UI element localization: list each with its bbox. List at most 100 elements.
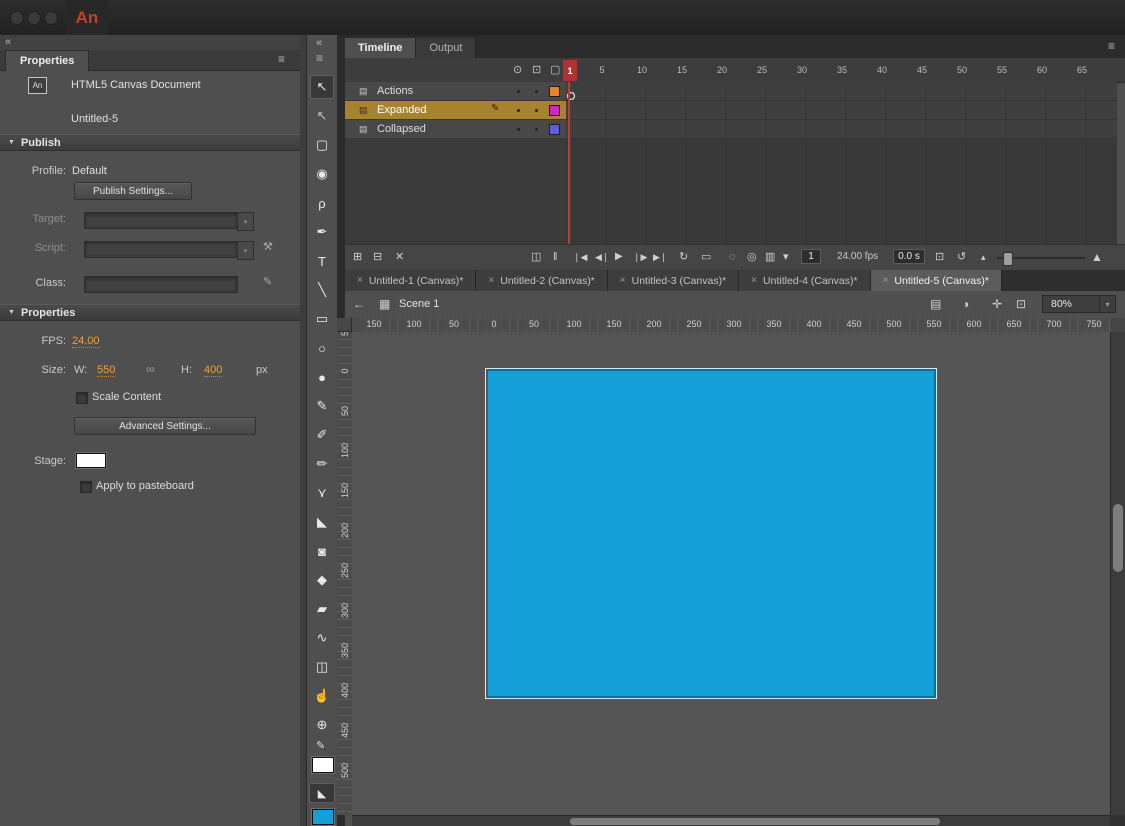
close-icon[interactable]: × bbox=[751, 275, 757, 286]
panel-menu-icon[interactable]: ≡ bbox=[278, 54, 285, 64]
scene-name-label[interactable]: Scene 1 bbox=[399, 298, 439, 310]
subselection-tool[interactable]: ↖ bbox=[310, 104, 334, 128]
layer-visibility-dot[interactable] bbox=[517, 128, 520, 131]
window-minimize-button[interactable] bbox=[27, 11, 41, 25]
selection-tool[interactable]: ↖ bbox=[310, 75, 334, 99]
playhead-marker[interactable]: 1 bbox=[563, 60, 577, 81]
step-back-button[interactable]: ◀❘ bbox=[595, 250, 609, 264]
apply-to-pasteboard-checkbox[interactable] bbox=[80, 481, 92, 493]
frame-rate-indicator[interactable]: 24.00 fps bbox=[837, 250, 878, 264]
layer-row-actions[interactable]: ▤ Actions bbox=[345, 82, 566, 101]
clip-content-icon[interactable]: ⊡ bbox=[1016, 297, 1026, 311]
play-button[interactable]: ▶ bbox=[615, 250, 623, 264]
zoom-level-dropdown[interactable]: 80% ▾ bbox=[1042, 295, 1116, 313]
vertical-scrollbar[interactable] bbox=[1110, 332, 1125, 815]
timeline-zoom-in-icon[interactable]: ▲ bbox=[1091, 250, 1103, 264]
fill-color-button[interactable]: ◣ bbox=[309, 783, 335, 803]
horizontal-scrollbar[interactable] bbox=[352, 815, 1110, 826]
loop-button[interactable]: ↻ bbox=[679, 250, 688, 264]
free-transform-tool[interactable]: ▢ bbox=[310, 133, 334, 157]
window-close-button[interactable] bbox=[10, 11, 24, 25]
paint-bucket-tool[interactable]: ◣ bbox=[310, 510, 334, 534]
script-settings-icon[interactable]: ⚒ bbox=[263, 240, 273, 253]
collapse-panel-icon[interactable]: « bbox=[5, 36, 11, 48]
frame-row[interactable] bbox=[566, 82, 1117, 101]
stage-rectangle[interactable] bbox=[487, 370, 935, 697]
class-edit-icon[interactable]: ✎ bbox=[263, 275, 272, 288]
gradient-transform-tool[interactable]: ◉ bbox=[310, 162, 334, 186]
edit-scene-icon[interactable]: ▤ bbox=[930, 297, 941, 311]
brush-tool[interactable]: ✐ bbox=[310, 423, 334, 447]
timeline-frame-grid[interactable] bbox=[566, 82, 1117, 139]
back-arrow-icon[interactable]: ← bbox=[353, 297, 365, 311]
close-icon[interactable]: × bbox=[620, 275, 626, 286]
target-dropdown[interactable] bbox=[84, 212, 238, 229]
publish-section-header[interactable]: ▼ Publish bbox=[0, 134, 300, 151]
layer-name[interactable]: Collapsed bbox=[377, 123, 426, 135]
frame-row[interactable] bbox=[566, 120, 1117, 139]
document-properties-section-header[interactable]: ▼ Properties bbox=[0, 304, 300, 321]
width-tool[interactable]: ∿ bbox=[310, 626, 334, 650]
target-dropdown-arrow[interactable]: ▾ bbox=[237, 212, 254, 231]
edit-symbols-icon[interactable]: ◑ bbox=[962, 297, 969, 311]
layer-name[interactable]: Actions bbox=[377, 85, 413, 97]
close-icon[interactable]: × bbox=[883, 275, 889, 286]
paint-brush-tool[interactable]: ✏ bbox=[310, 452, 334, 476]
outline-layers-icon[interactable]: ▢ bbox=[550, 63, 560, 76]
playhead-line[interactable] bbox=[568, 82, 570, 244]
timeline-zoom-slider-thumb[interactable] bbox=[1003, 252, 1013, 266]
eraser-tool[interactable]: ▰ bbox=[310, 597, 334, 621]
zoom-dropdown-arrow-icon[interactable]: ▾ bbox=[1099, 296, 1115, 312]
layer-row-expanded[interactable]: ▤ Expanded ✎ bbox=[345, 101, 566, 120]
layer-visibility-dot[interactable] bbox=[517, 90, 520, 93]
timeline-frame-grid-empty[interactable] bbox=[566, 139, 1117, 244]
delete-layer-button[interactable]: ✕ bbox=[395, 250, 404, 264]
oval-tool[interactable]: ○ bbox=[310, 336, 334, 360]
layer-lock-dot[interactable] bbox=[535, 128, 538, 131]
close-icon[interactable]: × bbox=[357, 275, 363, 286]
play-range-button[interactable]: ▭ bbox=[701, 250, 711, 264]
reset-timeline-zoom-icon[interactable]: ↺ bbox=[957, 250, 966, 264]
show-hide-layers-icon[interactable]: ⊙ bbox=[513, 63, 522, 76]
edit-multiple-frames-button[interactable]: ▥ bbox=[765, 250, 775, 264]
height-value[interactable]: 400 bbox=[204, 364, 222, 377]
new-layer-button[interactable]: ⊞ bbox=[353, 250, 362, 264]
tab-output[interactable]: Output bbox=[416, 38, 476, 58]
doc-tab-untitled-2[interactable]: × Untitled-2 (Canvas)* bbox=[476, 270, 607, 291]
lock-layers-icon[interactable]: ⊡ bbox=[532, 63, 541, 76]
doc-tab-untitled-5[interactable]: × Untitled-5 (Canvas)* bbox=[871, 270, 1002, 291]
onion-skin-button[interactable]: ◌ bbox=[729, 250, 736, 264]
layer-color-swatch[interactable] bbox=[549, 86, 560, 97]
window-zoom-button[interactable] bbox=[44, 11, 58, 25]
layer-name[interactable]: Expanded bbox=[377, 104, 427, 116]
publish-settings-button[interactable]: Publish Settings... bbox=[74, 182, 192, 200]
fps-value[interactable]: 24.00 bbox=[72, 335, 100, 348]
link-width-height-icon[interactable]: ∞ bbox=[146, 362, 155, 376]
step-forward-button[interactable]: ❘▶ bbox=[633, 250, 647, 264]
center-stage-icon[interactable]: ✛ bbox=[992, 297, 1002, 311]
timeline-menu-icon[interactable]: ≡ bbox=[1108, 41, 1115, 51]
tab-timeline[interactable]: Timeline bbox=[345, 38, 416, 58]
layer-color-swatch[interactable] bbox=[549, 105, 560, 116]
text-tool[interactable]: T bbox=[310, 249, 334, 273]
script-dropdown-arrow[interactable]: ▾ bbox=[237, 241, 254, 260]
hand-tool[interactable]: ☝ bbox=[310, 684, 334, 708]
pen-tool[interactable]: ✒ bbox=[310, 220, 334, 244]
camera-tool[interactable]: ◫ bbox=[310, 655, 334, 679]
layer-lock-dot[interactable] bbox=[535, 90, 538, 93]
frame-view-options-icon[interactable]: ⊡ bbox=[935, 250, 944, 264]
timeline-zoom-out-icon[interactable]: ▴ bbox=[981, 250, 986, 264]
go-to-last-frame-button[interactable]: ▶❘ bbox=[653, 250, 667, 264]
pencil-tool[interactable]: ✎ bbox=[310, 394, 334, 418]
eyedropper-tool[interactable]: ◆ bbox=[310, 568, 334, 592]
collapse-tools-icon[interactable]: « bbox=[316, 37, 322, 49]
tools-menu-icon[interactable]: ≡ bbox=[316, 53, 323, 63]
new-folder-button[interactable]: ⊟ bbox=[373, 250, 382, 264]
width-value[interactable]: 550 bbox=[97, 364, 115, 377]
vertical-scrollbar-thumb[interactable] bbox=[1113, 504, 1123, 572]
oval-primitive-tool[interactable]: ● bbox=[310, 365, 334, 389]
ink-bottle-tool[interactable]: ◙ bbox=[310, 539, 334, 563]
horizontal-scrollbar-thumb[interactable] bbox=[570, 818, 940, 825]
layer-color-swatch[interactable] bbox=[549, 124, 560, 135]
layer-visibility-dot[interactable] bbox=[517, 109, 520, 112]
